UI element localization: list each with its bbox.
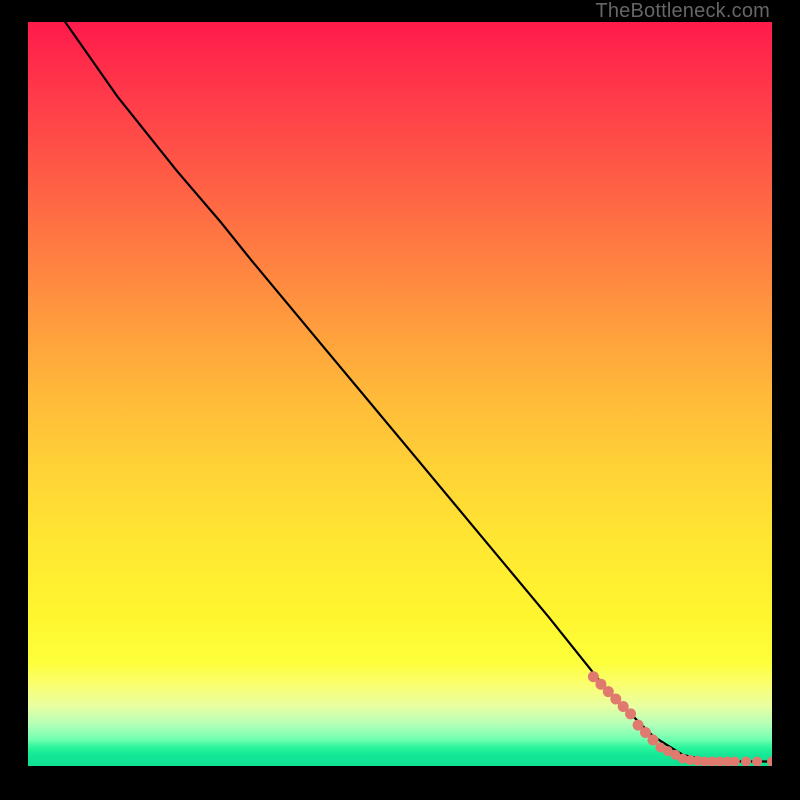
scatter-dot	[741, 757, 751, 767]
scatter-dot	[648, 735, 659, 746]
chart-frame	[28, 22, 772, 766]
scatter-dot	[730, 757, 740, 767]
chart-overlay	[28, 22, 772, 766]
scatter-dot	[752, 757, 762, 767]
scatter-dot	[625, 708, 636, 719]
scatter-dot	[767, 757, 772, 767]
watermark-credit: TheBottleneck.com	[595, 0, 770, 23]
bottleneck-curve	[65, 22, 772, 762]
